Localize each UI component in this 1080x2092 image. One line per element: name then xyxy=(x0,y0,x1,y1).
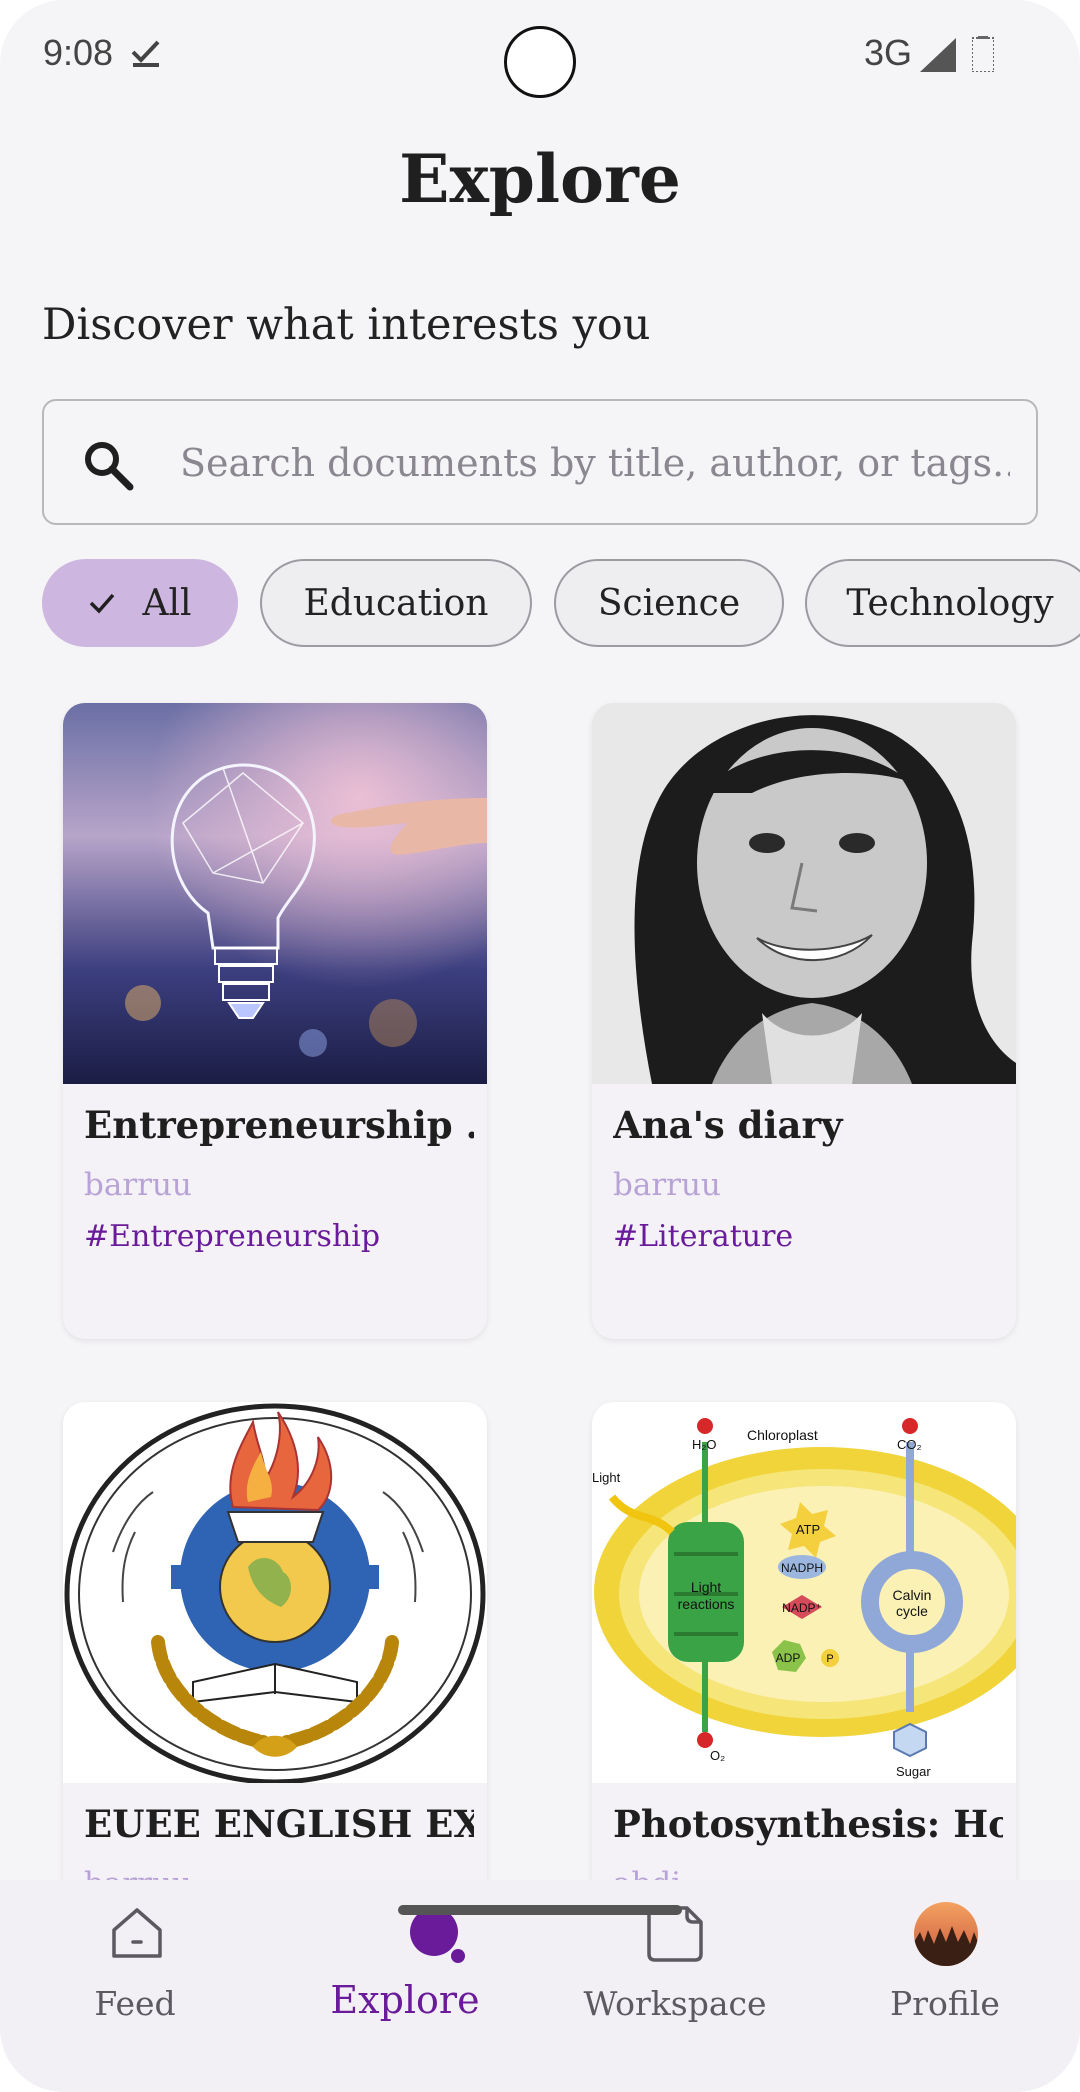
filter-chip-label: All xyxy=(142,582,192,624)
nav-item-feed[interactable]: Feed xyxy=(10,1880,260,2040)
filter-chip-all[interactable]: All xyxy=(42,559,238,647)
lightbulb-image xyxy=(63,703,487,1084)
search-icon xyxy=(85,442,134,491)
diagram-label-o2: O₂ xyxy=(710,1748,725,1763)
diagram-label-calvin-2: cycle xyxy=(896,1603,928,1619)
diagram-label-nadp: NADP⁺ xyxy=(782,1601,822,1615)
gesture-bar[interactable] xyxy=(398,1905,682,1915)
diagram-label-chloroplast: Chloroplast xyxy=(747,1427,818,1443)
filter-chip-label: Science xyxy=(597,582,741,624)
page-title: Explore xyxy=(399,140,681,218)
filter-chip-education[interactable]: Education xyxy=(260,559,532,647)
status-bar: 9:08 3G xyxy=(0,0,1080,110)
search-box[interactable] xyxy=(42,399,1038,525)
diagram-label-atp: ATP xyxy=(796,1522,820,1537)
page-subtitle: Discover what interests you xyxy=(42,300,651,350)
nav-label: Profile xyxy=(890,1984,1000,2023)
camera-cutout xyxy=(504,26,576,98)
emblem-logo xyxy=(63,1402,487,1783)
document-title: Photosynthesis: Ho... xyxy=(613,1802,1003,1846)
diagram-label-light: Light xyxy=(592,1470,621,1485)
filter-chip-technology[interactable]: Technology xyxy=(805,559,1080,647)
diagram-label-light-reactions-1: Light xyxy=(691,1579,721,1595)
document-author[interactable]: barruu xyxy=(613,1167,721,1203)
avatar xyxy=(914,1902,978,1966)
check-icon xyxy=(90,593,115,614)
diagram-label-co2: CO₂ xyxy=(897,1437,922,1452)
filter-chip-label: Technology xyxy=(846,582,1054,624)
filter-chips: All Education Science Technology xyxy=(42,559,1080,649)
diagram-label-adp: ADP xyxy=(776,1651,801,1665)
signal-icon xyxy=(920,38,956,72)
diagram-label-p: P xyxy=(826,1653,833,1665)
document-tag[interactable]: #Entrepreneurship xyxy=(84,1219,380,1254)
explore-icon xyxy=(410,1908,465,1963)
filter-chip-science[interactable]: Science xyxy=(554,559,784,647)
portrait-photo xyxy=(592,703,1016,1084)
search-input[interactable] xyxy=(180,429,1010,497)
document-card[interactable]: Entrepreneurship ... barruu #Entrepreneu… xyxy=(63,703,487,1339)
network-type: 3G xyxy=(864,32,913,73)
diagram-label-h2o: H₂O xyxy=(692,1437,717,1452)
document-tag[interactable]: #Literature xyxy=(613,1219,793,1254)
diagram-label-light-reactions-2: reactions xyxy=(678,1596,735,1612)
diagram-label-sugar: Sugar xyxy=(896,1764,931,1779)
document-card[interactable]: Ana's diary barruu #Literature xyxy=(592,703,1016,1339)
battery-icon xyxy=(972,36,994,72)
home-icon xyxy=(112,1908,162,1958)
document-card[interactable]: EUEE ENGLISH EX... barruu xyxy=(63,1402,487,1922)
document-author[interactable]: barruu xyxy=(84,1167,192,1203)
status-time: 9:08 xyxy=(43,32,114,73)
document-title: Ana's diary xyxy=(613,1103,843,1147)
nav-label: Explore xyxy=(330,1978,480,2022)
screen: 9:08 3G Explore Discover what interests … xyxy=(0,0,1080,2092)
diagram-label-calvin-1: Calvin xyxy=(893,1587,932,1603)
nav-label: Workspace xyxy=(583,1984,767,2023)
filter-chip-label: Education xyxy=(303,582,489,624)
document-card[interactable]: Light reactions Calvin cycle H₂O CO₂ O₂ … xyxy=(592,1402,1016,1922)
nav-label: Feed xyxy=(94,1984,176,2023)
check-notification-icon xyxy=(131,40,160,67)
document-title: EUEE ENGLISH EX... xyxy=(84,1802,474,1846)
nav-item-explore[interactable]: Explore xyxy=(280,1880,530,2040)
chloroplast-diagram: Light reactions Calvin cycle H₂O CO₂ O₂ … xyxy=(592,1402,1016,1783)
diagram-label-nadph: NADPH xyxy=(781,1561,823,1575)
document-title: Entrepreneurship ... xyxy=(84,1103,474,1147)
nav-item-profile[interactable]: Profile xyxy=(820,1880,1070,2040)
nav-item-workspace[interactable]: Workspace xyxy=(550,1880,800,2040)
